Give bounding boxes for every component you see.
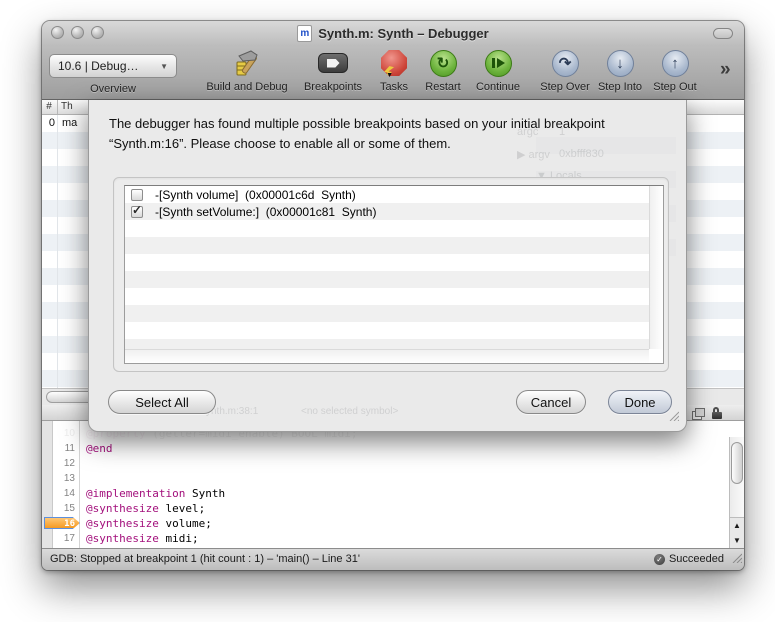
list-horizontal-scrollbar[interactable] bbox=[125, 349, 649, 363]
code-area[interactable]: 10@property (getter=midi_enable) BOOL mi… bbox=[42, 421, 744, 548]
breakpoint-line-number: 16 bbox=[45, 518, 75, 531]
breakpoint-label: -[Synth setVolume:] (0x00001c81 Synth) bbox=[155, 205, 376, 219]
breakpoint-marker-icon[interactable]: 16 bbox=[44, 517, 80, 529]
code-line: 16 @synthesize volume; bbox=[42, 516, 728, 531]
chevron-down-icon: ▼ bbox=[160, 62, 168, 71]
window-resize-grip[interactable] bbox=[730, 550, 742, 568]
document-icon: m bbox=[297, 25, 312, 42]
list-vertical-scrollbar[interactable] bbox=[649, 186, 663, 349]
toolbar-item-step-out[interactable]: ↑ Step Out bbox=[620, 47, 730, 93]
lock-icon[interactable] bbox=[712, 407, 722, 419]
scrollbar-arrows: ▲ ▼ bbox=[730, 517, 744, 548]
cancel-button[interactable]: Cancel bbox=[516, 390, 586, 414]
overview-caption: Overview bbox=[49, 83, 177, 95]
desktop: m Synth.m: Synth – Debugger 10.6 | Debug… bbox=[0, 0, 775, 622]
breakpoint-label: -[Synth volume] (0x00001c6d Synth) bbox=[155, 188, 356, 202]
done-button[interactable]: Done bbox=[608, 390, 672, 414]
continue-icon bbox=[485, 47, 512, 79]
succeeded-label: Succeeded bbox=[669, 553, 724, 565]
column-divider[interactable] bbox=[57, 100, 58, 114]
succeeded-icon: ✓ bbox=[654, 554, 665, 565]
status-bar: GDB: Stopped at breakpoint 1 (hit count … bbox=[42, 548, 744, 570]
breakpoint-checkbox[interactable] bbox=[131, 189, 143, 201]
code-line: 11 @end bbox=[42, 441, 728, 456]
code-text: @end bbox=[86, 441, 113, 456]
toolbar: 10.6 | Debug… ▼ Overview Build and Debug… bbox=[42, 45, 744, 100]
title-bar[interactable]: m Synth.m: Synth – Debugger bbox=[42, 21, 744, 45]
breakpoint-row[interactable]: ✓ -[Synth setVolume:] (0x00001c81 Synth) bbox=[125, 203, 649, 220]
line-number[interactable]: 15 bbox=[42, 501, 75, 516]
column-header-thread[interactable]: Th bbox=[61, 101, 73, 112]
line-number[interactable]: 17 bbox=[42, 531, 75, 546]
sheet-message: The debugger has found multiple possible… bbox=[109, 114, 671, 154]
thread-row-name: ma bbox=[62, 117, 77, 129]
code-text: @synthesize midi; bbox=[86, 531, 199, 546]
code-text: @synthesize volume; bbox=[86, 516, 212, 531]
scroll-up-arrow[interactable]: ▲ bbox=[730, 518, 744, 533]
sheet-resize-grip[interactable] bbox=[667, 408, 679, 426]
window-title: Synth.m: Synth – Debugger bbox=[318, 26, 488, 41]
title-group: m Synth.m: Synth – Debugger bbox=[42, 21, 744, 45]
split-editor-icon[interactable] bbox=[692, 408, 704, 419]
code-line: 13 bbox=[42, 471, 728, 486]
line-number[interactable]: 11 bbox=[42, 441, 75, 456]
breakpoint-list-well: -[Synth volume] (0x00001c6d Synth) ✓ -[Syn… bbox=[113, 177, 669, 372]
gdb-status-text: GDB: Stopped at breakpoint 1 (hit count … bbox=[50, 553, 360, 565]
column-header-number[interactable]: # bbox=[42, 101, 56, 112]
breakpoint-checkbox[interactable]: ✓ bbox=[131, 206, 143, 218]
editor-vertical-scrollbar[interactable]: ▲ ▼ bbox=[729, 437, 744, 548]
scroll-down-arrow[interactable]: ▼ bbox=[730, 533, 744, 548]
code-line: 15 @synthesize level; bbox=[42, 501, 728, 516]
toolbar-item-label: Build and Debug bbox=[206, 81, 287, 93]
line-number[interactable]: 12 bbox=[42, 456, 75, 471]
line-number[interactable]: 14 bbox=[42, 486, 75, 501]
ghost-breadcrumb-symbol: <no selected symbol> bbox=[301, 406, 398, 417]
toolbar-overflow-button[interactable]: » bbox=[720, 59, 731, 81]
line-number[interactable]: 10 bbox=[42, 426, 75, 441]
line-number[interactable]: 13 bbox=[42, 471, 75, 486]
check-icon: ✓ bbox=[132, 203, 142, 217]
code-line: 17 @synthesize midi; bbox=[42, 531, 728, 546]
editor-nav-icons bbox=[692, 407, 722, 419]
toolbar-toggle-button[interactable] bbox=[713, 28, 733, 39]
debugger-window: m Synth.m: Synth – Debugger 10.6 | Debug… bbox=[42, 21, 744, 570]
scrollbar-knob[interactable] bbox=[731, 442, 743, 484]
breakpoint-list[interactable]: -[Synth volume] (0x00001c6d Synth) ✓ -[Syn… bbox=[124, 185, 664, 364]
code-line: 14 @implementation Synth bbox=[42, 486, 728, 501]
thread-row-number: 0 bbox=[42, 117, 55, 129]
column-divider-line bbox=[57, 115, 58, 388]
overview-popup[interactable]: 10.6 | Debug… ▼ bbox=[49, 54, 177, 78]
code-text: @implementation Synth bbox=[86, 486, 225, 501]
toolbar-item-label: Step Out bbox=[653, 81, 696, 93]
breakpoint-rows: -[Synth volume] (0x00001c6d Synth) ✓ -[Syn… bbox=[125, 186, 649, 349]
code-line: 12 bbox=[42, 456, 728, 471]
breakpoint-row[interactable]: -[Synth volume] (0x00001c6d Synth) bbox=[125, 186, 649, 203]
step-out-icon: ↑ bbox=[662, 47, 689, 79]
overview-popup-label: 10.6 | Debug… bbox=[58, 59, 139, 73]
select-all-button[interactable]: Select All bbox=[108, 390, 216, 414]
code-text: @synthesize level; bbox=[86, 501, 205, 516]
build-status: ✓ Succeeded bbox=[654, 553, 724, 565]
hammer-icon bbox=[231, 47, 263, 79]
breakpoint-sheet-dialog: argc1▶ argv0xbfff830 ▼ Locals synth.m:38… bbox=[88, 100, 687, 432]
